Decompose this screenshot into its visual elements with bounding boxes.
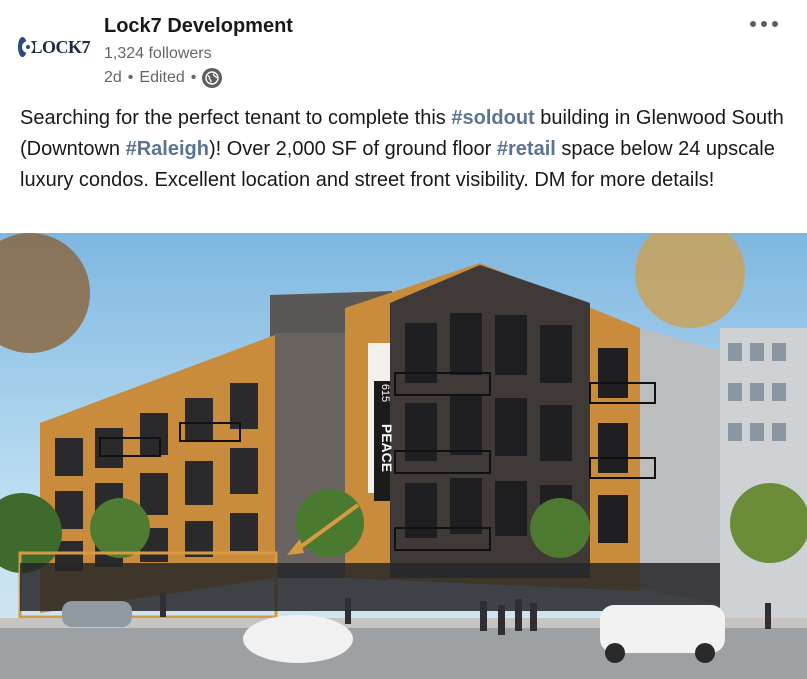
meta-separator: •	[190, 69, 197, 86]
building-rendering: 615 PEACE	[0, 233, 807, 679]
sign-number: 615	[379, 384, 391, 402]
edited-label: Edited	[139, 69, 185, 86]
post-text-segment: )! Over 2,000 SF of ground floor	[208, 138, 497, 160]
logo-wordmark: LOCK7	[30, 36, 90, 57]
sign-word: PEACE	[379, 424, 395, 472]
hashtag-raleigh[interactable]: #Raleigh	[126, 138, 209, 160]
logo-mark-icon	[18, 37, 35, 57]
author-name[interactable]: Lock7 Development	[104, 15, 293, 38]
follower-count: 1,324 followers	[104, 45, 212, 62]
meta-separator: •	[127, 69, 134, 86]
post-meta: 2d • Edited •	[104, 68, 223, 88]
post-header: LOCK7 Lock7 Development 1,324 followers …	[0, 0, 807, 100]
globe-icon	[202, 68, 223, 88]
post-image[interactable]: 615 PEACE	[0, 233, 807, 679]
hashtag-soldout[interactable]: #soldout	[451, 107, 534, 129]
post-time: 2d	[104, 69, 122, 86]
hashtag-retail[interactable]: #retail	[497, 138, 556, 160]
post-text: Searching for the perfect tenant to comp…	[20, 103, 790, 196]
company-logo[interactable]: LOCK7	[18, 32, 90, 62]
more-options-icon[interactable]	[744, 12, 784, 36]
post-text-segment: Searching for the perfect tenant to comp…	[20, 107, 452, 129]
feed-post: LOCK7 Lock7 Development 1,324 followers …	[0, 0, 807, 679]
